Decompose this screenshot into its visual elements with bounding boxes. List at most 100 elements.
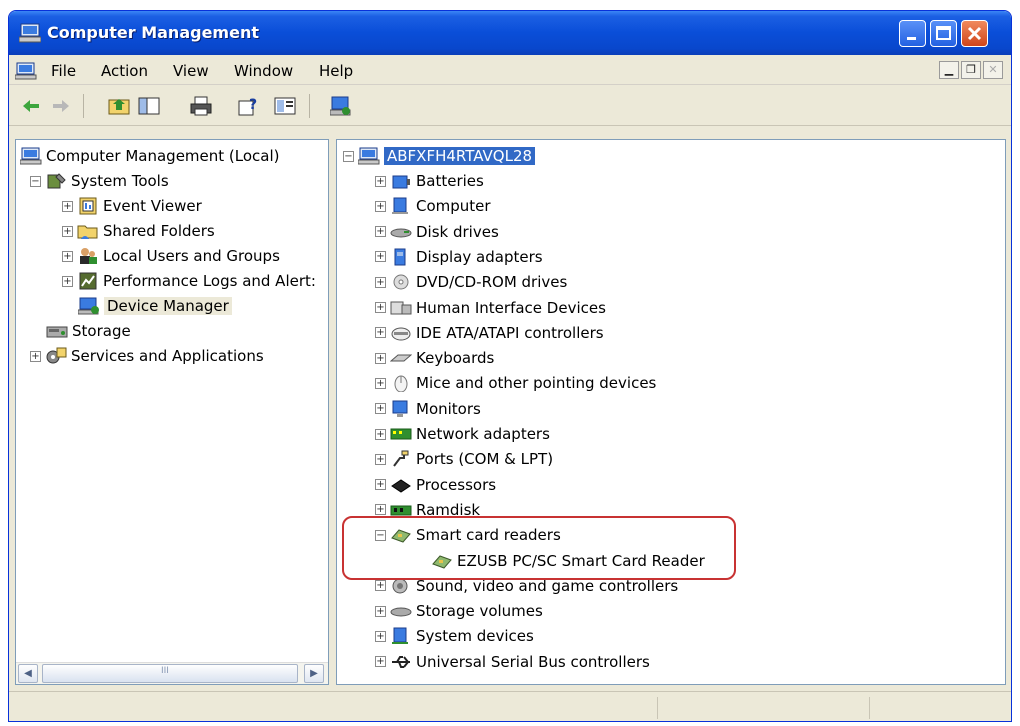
print-button[interactable] <box>189 94 213 118</box>
device-category[interactable]: + System devices <box>375 624 534 648</box>
device-category[interactable]: − Smart card readers <box>375 523 561 547</box>
console-tree-pane[interactable]: Computer Management (Local) − System Too… <box>15 139 329 685</box>
device-category[interactable]: + IDE ATA/ATAPI controllers <box>375 321 604 345</box>
device-category[interactable]: + Network adapters <box>375 422 550 446</box>
device-category[interactable]: + Human Interface Devices <box>375 296 606 320</box>
device-category[interactable]: + Ramdisk <box>375 498 480 522</box>
tree-item-local-users-and-groups[interactable]: + Local Users and Groups <box>62 244 280 268</box>
scroll-thumb[interactable]: III <box>42 664 298 683</box>
mdi-controls: ▁ ❐ ✕ <box>939 61 1003 79</box>
expand-toggle[interactable]: + <box>375 656 386 668</box>
expand-toggle[interactable]: + <box>375 352 386 364</box>
mdi-restore-button[interactable]: ❐ <box>961 61 981 79</box>
status-panel <box>657 697 869 719</box>
device-category[interactable]: + Processors <box>375 473 496 497</box>
back-button[interactable] <box>19 94 43 118</box>
device-label: System devices <box>416 627 534 646</box>
expand-toggle[interactable]: + <box>375 327 386 339</box>
show-hide-tree-button[interactable] <box>137 94 161 118</box>
expand-toggle[interactable]: + <box>375 580 386 592</box>
mdi-minimize-button[interactable]: ▁ <box>939 61 959 79</box>
expand-toggle[interactable]: + <box>375 453 386 465</box>
device-category[interactable]: + Monitors <box>375 397 481 421</box>
minimize-button[interactable] <box>899 20 926 47</box>
expand-toggle[interactable]: + <box>62 250 73 262</box>
document-icon[interactable] <box>15 62 37 80</box>
expand-toggle[interactable]: + <box>375 200 386 212</box>
expand-toggle[interactable]: + <box>375 302 386 313</box>
window-title: Computer Management <box>47 23 259 42</box>
battery-icon <box>392 175 410 189</box>
expand-toggle[interactable]: + <box>375 479 386 491</box>
device-category[interactable]: + DVD/CD-ROM drives <box>375 270 567 294</box>
keyboard-icon <box>390 354 412 362</box>
scroll-thumb-grip: III <box>161 666 169 676</box>
device-category[interactable]: + Storage volumes <box>375 599 543 623</box>
tree-item-shared-folders[interactable]: + Shared Folders <box>62 219 215 243</box>
up-folder-button[interactable] <box>107 94 131 118</box>
device-category[interactable]: + Computer <box>375 194 491 218</box>
device-category[interactable]: + Mice and other pointing devices <box>375 371 656 395</box>
expand-toggle[interactable]: + <box>375 175 386 187</box>
device-tree-root[interactable]: − ABFXFH4RTAVQL28 <box>343 144 536 168</box>
expand-toggle[interactable]: + <box>375 276 386 288</box>
menu-view[interactable]: View <box>173 62 209 80</box>
tree-item-services-and-applications[interactable]: + Services and Applications <box>30 344 264 368</box>
users-icon <box>80 248 97 264</box>
expand-toggle[interactable]: + <box>375 403 386 415</box>
expand-toggle[interactable]: + <box>375 605 386 617</box>
device-category[interactable]: + Universal Serial Bus controllers <box>375 650 650 674</box>
tree-item-event-viewer[interactable]: + Event Viewer <box>62 194 202 218</box>
scroll-left-button[interactable]: ◀ <box>18 664 38 683</box>
ide-icon <box>391 327 411 341</box>
usb-icon <box>392 655 410 668</box>
expand-toggle[interactable]: + <box>62 275 73 287</box>
device-category[interactable]: + Disk drives <box>375 220 499 244</box>
help-button[interactable]: ? <box>237 94 261 118</box>
expand-toggle[interactable]: + <box>375 251 386 263</box>
expand-toggle[interactable]: + <box>375 428 386 440</box>
expand-toggle[interactable]: + <box>375 504 386 516</box>
device-category[interactable]: + Sound, video and game controllers <box>375 574 678 598</box>
menu-help[interactable]: Help <box>319 62 353 80</box>
menu-file[interactable]: File <box>51 62 76 80</box>
services-icon <box>46 347 67 364</box>
tree-item-computer-management[interactable]: Computer Management (Local) <box>20 144 280 168</box>
menu-action[interactable]: Action <box>101 62 148 80</box>
maximize-button[interactable] <box>930 20 957 47</box>
collapse-toggle[interactable]: − <box>30 175 41 187</box>
collapse-toggle[interactable]: − <box>343 150 354 162</box>
device-manager-button[interactable] <box>329 94 353 118</box>
device-label: Human Interface Devices <box>416 298 606 317</box>
expand-toggle[interactable]: + <box>375 226 386 238</box>
device-category[interactable]: + Batteries <box>375 169 484 193</box>
properties-button[interactable] <box>273 94 297 118</box>
tree-item-system-tools[interactable]: − System Tools <box>30 169 169 193</box>
expand-toggle[interactable]: + <box>375 630 386 642</box>
tree-item-label: System Tools <box>71 172 169 190</box>
storage-volume-icon <box>390 607 412 617</box>
tree-item-performance-logs[interactable]: + Performance Logs and Alert: <box>62 269 316 293</box>
tree-item-device-manager[interactable]: Device Manager <box>78 294 232 318</box>
collapse-toggle[interactable]: − <box>375 529 386 541</box>
close-button[interactable] <box>961 20 988 47</box>
mdi-close-button[interactable]: ✕ <box>983 61 1003 79</box>
expand-toggle[interactable]: + <box>62 200 73 212</box>
scroll-right-button[interactable]: ▶ <box>304 664 324 683</box>
expand-toggle[interactable]: + <box>375 377 386 389</box>
toolbar: ? <box>9 86 1011 126</box>
device-category[interactable]: + Display adapters <box>375 245 543 269</box>
menu-window[interactable]: Window <box>234 62 293 80</box>
device-tree-pane[interactable]: − ABFXFH4RTAVQL28 + Batteries + Computer + Di… <box>336 139 1006 685</box>
forward-button[interactable] <box>49 94 73 118</box>
expand-toggle[interactable]: + <box>62 225 73 237</box>
title-bar[interactable]: Computer Management <box>9 11 1011 55</box>
device-category[interactable]: + Keyboards <box>375 346 494 370</box>
status-bar <box>9 691 1011 721</box>
back-icon <box>23 100 39 112</box>
device-category[interactable]: + Ports (COM & LPT) <box>375 447 553 471</box>
expand-toggle[interactable]: + <box>30 350 41 362</box>
device-item[interactable]: EZUSB PC/SC Smart Card Reader <box>431 549 705 573</box>
horizontal-scrollbar[interactable]: ◀ III ▶ <box>16 662 328 684</box>
tree-item-storage[interactable]: Storage <box>46 319 131 343</box>
